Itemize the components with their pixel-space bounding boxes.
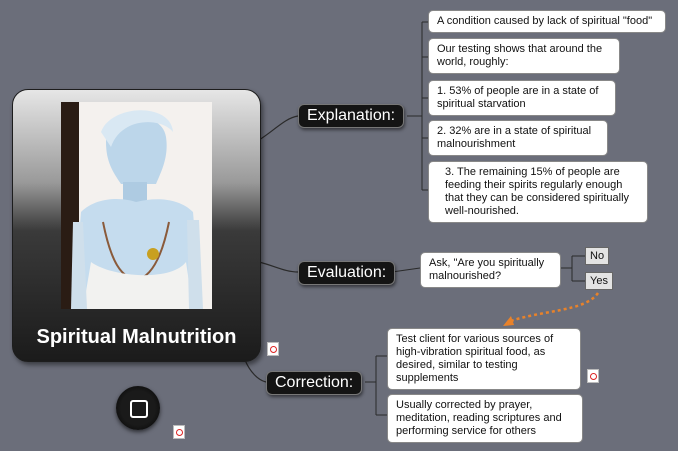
relationship-arrow-head bbox=[503, 316, 514, 326]
option-yes[interactable]: Yes bbox=[585, 272, 613, 290]
topic-line: desired, similar to testing bbox=[396, 359, 518, 371]
branch-evaluation[interactable]: Evaluation: bbox=[298, 261, 396, 285]
pdf-attachment-icon[interactable] bbox=[587, 369, 599, 383]
topic-line: Usually corrected by prayer, bbox=[396, 399, 533, 411]
connector-correction-spine bbox=[365, 355, 387, 416]
branch-explanation[interactable]: Explanation: bbox=[298, 104, 405, 128]
explanation-topic-4[interactable]: 2. 32% are in a state of spiritual malno… bbox=[428, 120, 608, 156]
explanation-topic-3[interactable]: 1. 53% of people are in a state of spiri… bbox=[428, 80, 616, 116]
topic-line: high-vibration spiritual food, as bbox=[396, 346, 546, 358]
explanation-topic-5[interactable]: 3. The remaining 15% of people are feedi… bbox=[428, 161, 648, 223]
relationship-arrow-line bbox=[507, 292, 600, 324]
connector-central-explanation bbox=[258, 115, 299, 141]
topic-line: spiritual starvation bbox=[437, 98, 526, 110]
topic-line: well-nourished. bbox=[445, 205, 519, 217]
topic-line: Ask, "Are you spiritually bbox=[429, 257, 545, 269]
topic-line: world, roughly: bbox=[437, 56, 509, 68]
woman-photo-icon bbox=[61, 102, 212, 309]
connector-explanation-spine bbox=[407, 22, 423, 190]
pdf-attachment-icon[interactable] bbox=[267, 342, 279, 356]
central-photo bbox=[61, 102, 212, 309]
topic-line: that they can be considered spiritually bbox=[445, 192, 630, 204]
topic-line: A condition caused by lack of spiritual … bbox=[437, 15, 653, 27]
topic-line: 2. 32% are in a state of spiritual bbox=[437, 125, 592, 137]
mind-map-canvas: Spiritual Malnutrition Explanation: Eval… bbox=[0, 0, 678, 451]
topic-line: 1. 53% of people are in a state of bbox=[437, 85, 599, 97]
connector-central-correction bbox=[244, 359, 267, 383]
evaluation-topic[interactable]: Ask, "Are you spiritually malnourished? bbox=[420, 252, 561, 288]
central-title: Spiritual Malnutrition bbox=[36, 326, 237, 348]
square-icon bbox=[130, 400, 148, 418]
correction-topic-2[interactable]: Usually corrected by prayer, meditation,… bbox=[387, 394, 583, 443]
topic-line: supplements bbox=[396, 372, 459, 384]
topic-line: Test client for various sources of bbox=[396, 333, 554, 345]
explanation-topic-2[interactable]: Our testing shows that around the world,… bbox=[428, 38, 620, 74]
chat-bubble-icon[interactable] bbox=[116, 386, 160, 430]
central-topic[interactable]: Spiritual Malnutrition bbox=[12, 89, 261, 362]
topic-line: malnourished? bbox=[429, 270, 502, 282]
option-no[interactable]: No bbox=[585, 247, 610, 265]
connector-evaluation-topic bbox=[391, 267, 421, 273]
topic-line: feeding their spirits regularly enough bbox=[445, 179, 623, 191]
topic-line: malnourishment bbox=[437, 138, 516, 150]
topic-line: performing service for others bbox=[396, 425, 536, 437]
pdf-attachment-icon[interactable] bbox=[173, 425, 185, 439]
topic-line: 3. The remaining 15% of people are bbox=[445, 166, 620, 178]
connector-central-evaluation bbox=[258, 261, 299, 273]
correction-topic-1[interactable]: Test client for various sources of high-… bbox=[387, 328, 581, 390]
branch-correction[interactable]: Correction: bbox=[266, 371, 363, 395]
topic-line: Our testing shows that around the bbox=[437, 43, 603, 55]
topic-line: meditation, reading scriptures and bbox=[396, 412, 562, 424]
explanation-topic-1[interactable]: A condition caused by lack of spiritual … bbox=[428, 10, 666, 33]
connector-evaluation-options bbox=[561, 255, 585, 282]
